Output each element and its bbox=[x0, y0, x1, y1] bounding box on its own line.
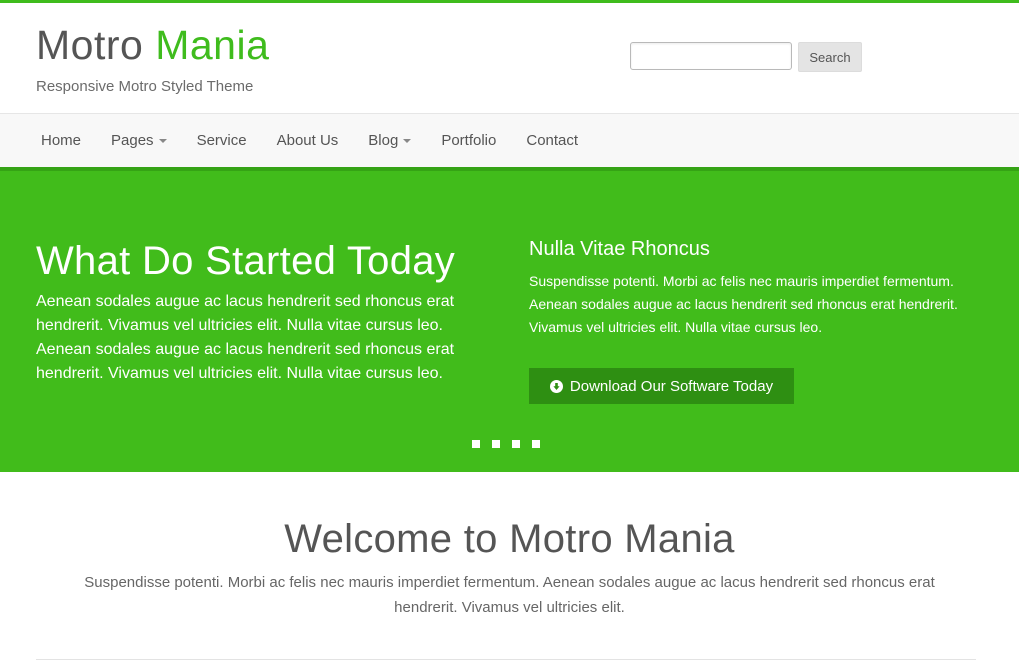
search-input[interactable] bbox=[630, 42, 792, 70]
hero-subheading: Nulla Vitae Rhoncus bbox=[529, 238, 710, 260]
nav-item-home[interactable]: Home bbox=[26, 114, 96, 167]
logo-text-primary: Motro bbox=[36, 22, 156, 68]
welcome-title: Welcome to Motro Mania bbox=[284, 517, 735, 561]
nav-item-about-us[interactable]: About Us bbox=[262, 114, 354, 167]
site-tagline: Responsive Motro Styled Theme bbox=[36, 78, 254, 95]
slider-pagination bbox=[472, 440, 540, 448]
site-header: Motro Mania Responsive Motro Styled Them… bbox=[0, 3, 1019, 113]
search-button[interactable]: Search bbox=[798, 42, 862, 72]
nav-item-service[interactable]: Service bbox=[182, 114, 262, 167]
nav-item-label: Home bbox=[41, 132, 82, 149]
nav-item-label: About Us bbox=[276, 132, 339, 149]
welcome-text: Suspendisse potenti. Morbi ac felis nec … bbox=[84, 574, 935, 616]
nav-item-pages[interactable]: Pages bbox=[96, 114, 182, 167]
nav-item-contact[interactable]: Contact bbox=[511, 114, 593, 167]
nav-item-label: Blog bbox=[368, 132, 399, 149]
slider-dot[interactable] bbox=[492, 440, 500, 448]
hero-subtext: Suspendisse potenti. Morbi ac felis nec … bbox=[529, 273, 958, 335]
caret-down-icon bbox=[403, 139, 412, 143]
download-button-label: Download Our Software Today bbox=[569, 377, 774, 395]
nav-item-label: Contact bbox=[526, 132, 579, 149]
nav-item-label: Portfolio bbox=[441, 132, 497, 149]
download-software-button[interactable]: Download Our Software Today bbox=[529, 368, 794, 404]
logo-text-accent: Mania bbox=[155, 22, 270, 68]
caret-down-icon bbox=[158, 139, 167, 143]
hero-slider: What Do Started Today Aenean sodales aug… bbox=[0, 167, 1019, 472]
nav-list: Home Pages Service About Us Blog Portfol… bbox=[0, 114, 1019, 167]
nav-item-portfolio[interactable]: Portfolio bbox=[426, 114, 511, 167]
circle-arrow-down-icon bbox=[549, 379, 563, 393]
section-divider bbox=[36, 659, 976, 660]
main-navigation: Home Pages Service About Us Blog Portfol… bbox=[0, 113, 1019, 167]
site-logo[interactable]: Motro Mania bbox=[36, 23, 269, 67]
hero-body-text: Aenean sodales augue ac lacus hendrerit … bbox=[36, 293, 455, 382]
slider-dot[interactable] bbox=[532, 440, 540, 448]
slider-dot[interactable] bbox=[512, 440, 520, 448]
nav-item-blog[interactable]: Blog bbox=[353, 114, 426, 167]
hero-heading: What Do Started Today bbox=[36, 239, 456, 283]
slider-dot[interactable] bbox=[472, 440, 480, 448]
nav-item-label: Service bbox=[196, 132, 247, 149]
nav-item-label: Pages bbox=[111, 132, 154, 149]
